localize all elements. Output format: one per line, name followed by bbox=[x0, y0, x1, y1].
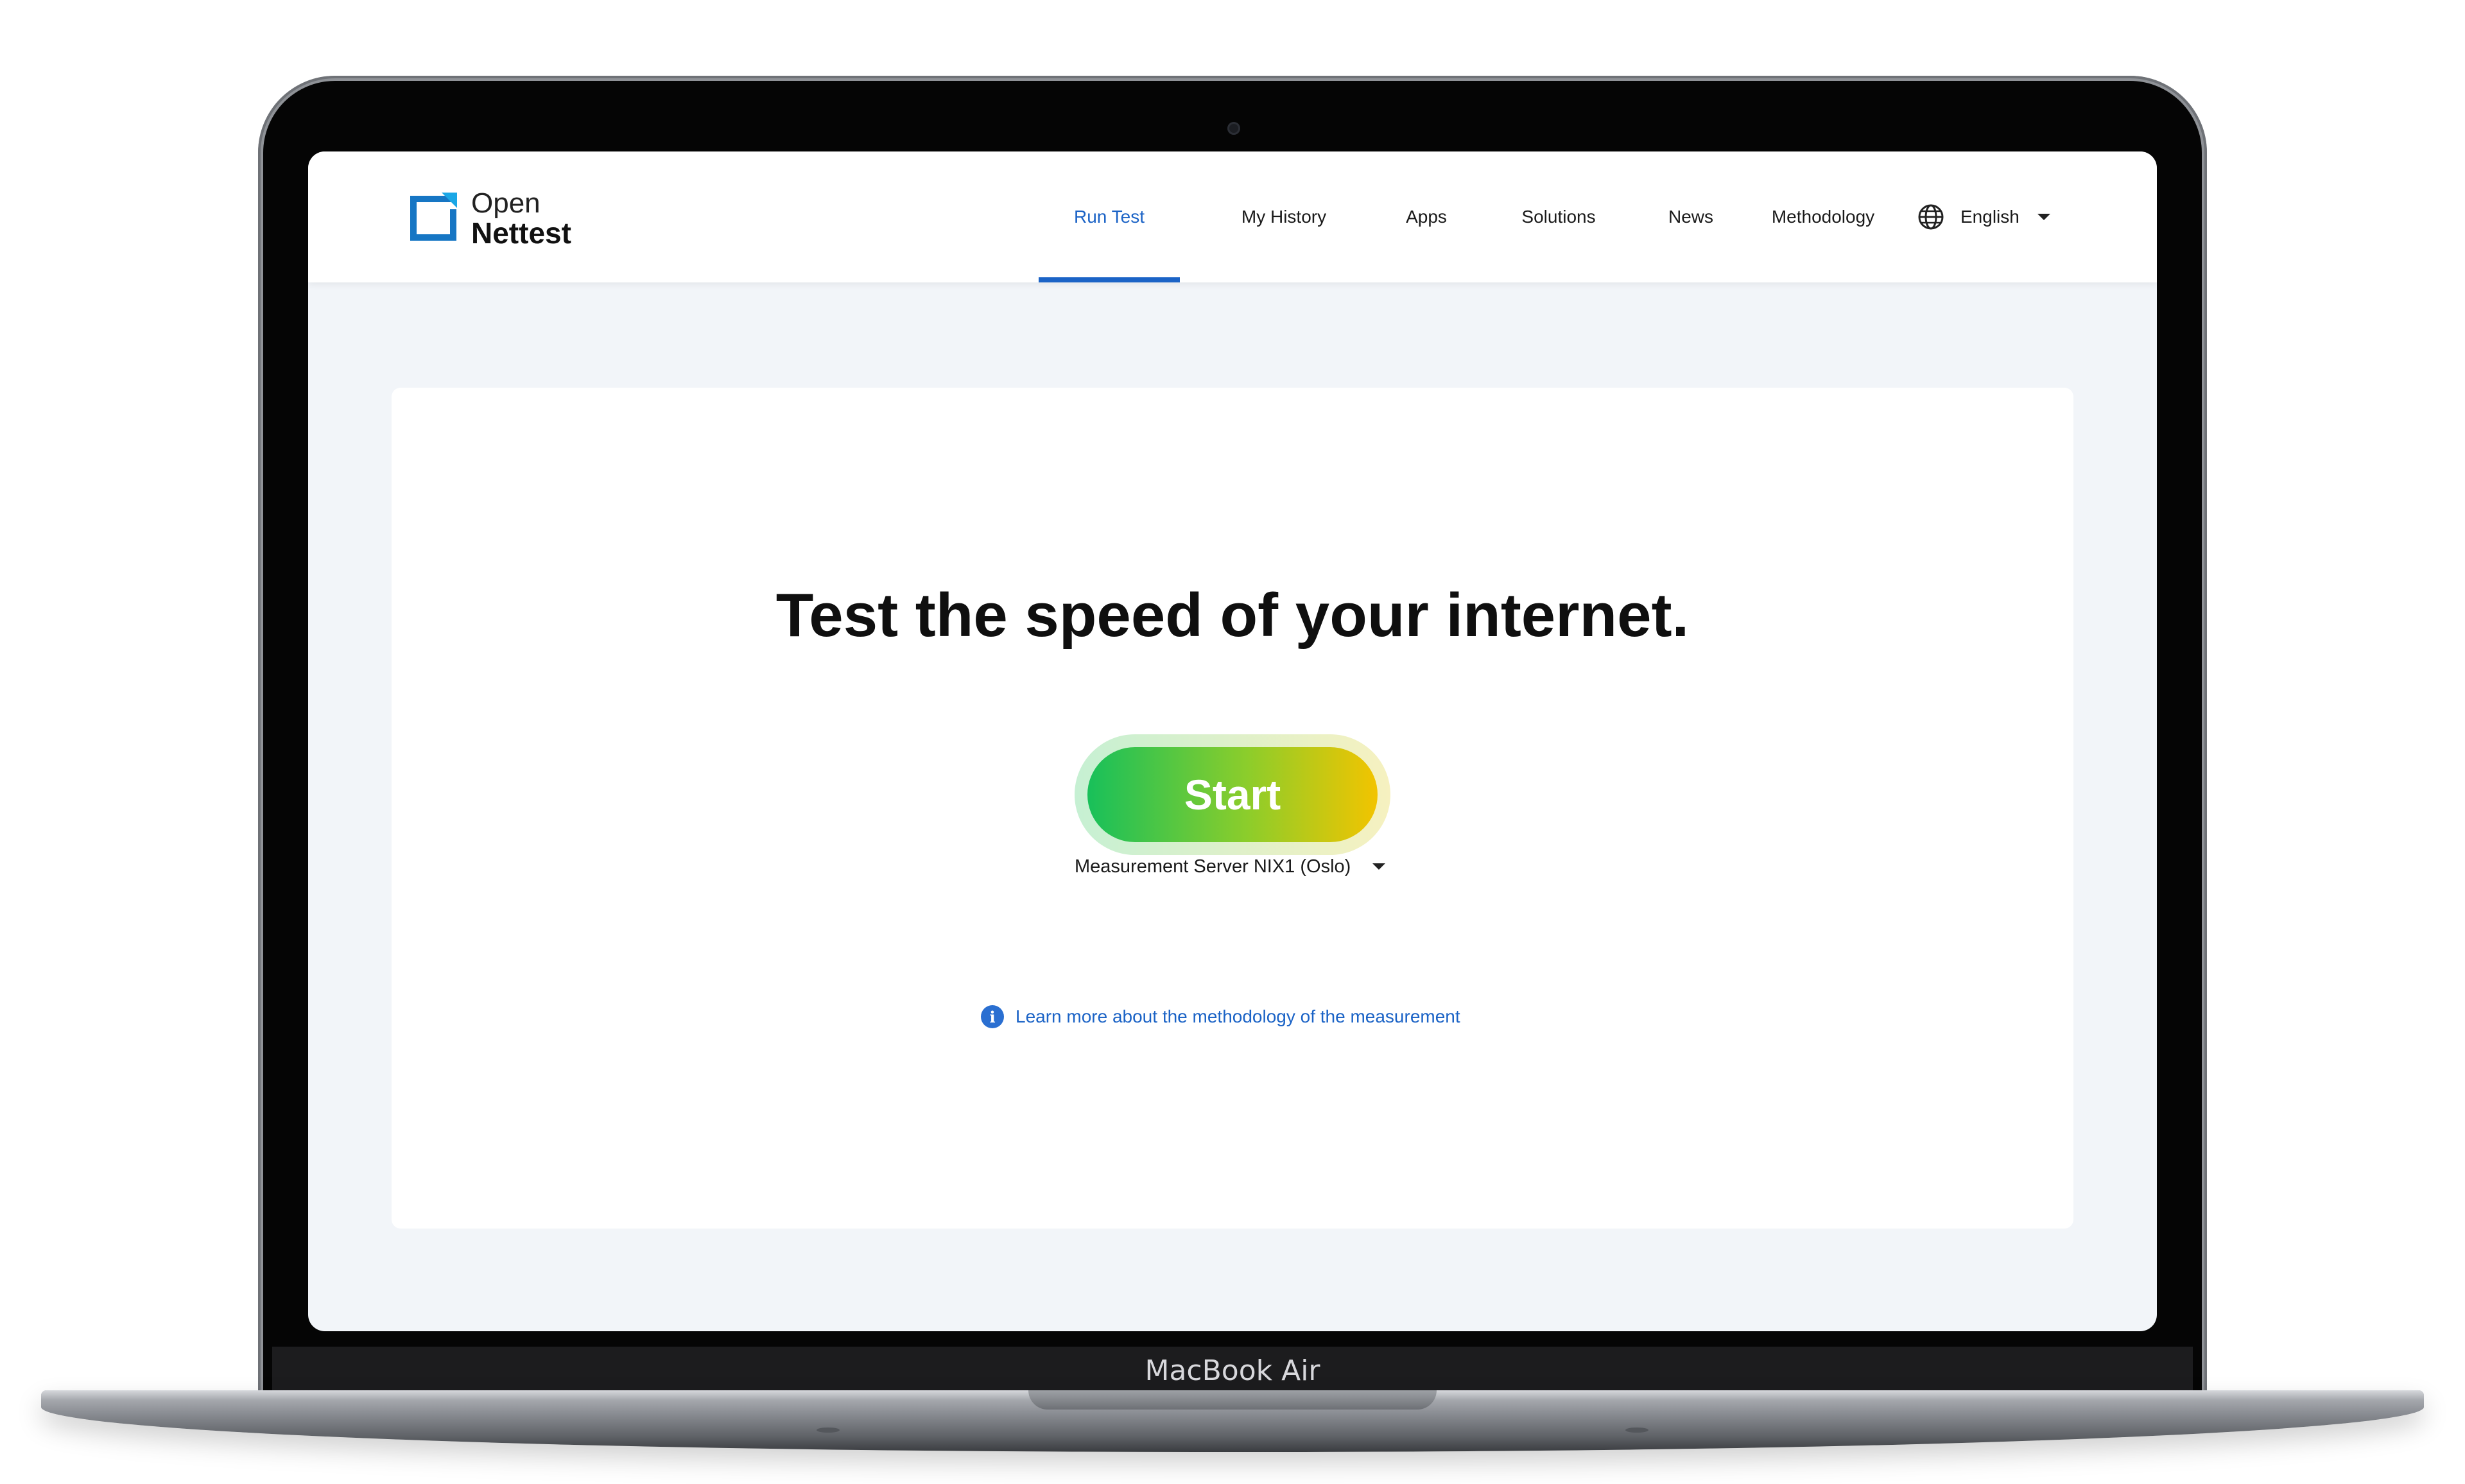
laptop-foot bbox=[1625, 1428, 1648, 1433]
server-label: Measurement Server NIX1 (Oslo) bbox=[1075, 856, 1351, 877]
device-label: MacBook Air bbox=[1145, 1354, 1320, 1387]
language-label: English bbox=[1960, 207, 2020, 227]
methodology-link-text: Learn more about the methodology of the … bbox=[1016, 1006, 1460, 1026]
active-tab-indicator bbox=[1039, 277, 1180, 282]
laptop-foot bbox=[817, 1428, 840, 1433]
page-headline: Test the speed of your internet. bbox=[775, 581, 1690, 650]
language-selector[interactable]: English bbox=[1917, 151, 2050, 282]
nav-news[interactable]: News bbox=[1638, 151, 1743, 282]
nav-run-test[interactable]: Run Test bbox=[1039, 151, 1180, 282]
measurement-server-select[interactable]: Measurement Server NIX1 (Oslo) bbox=[1075, 854, 1386, 879]
speed-test-card: Test the speed of your internet. Start M… bbox=[392, 388, 2073, 1229]
logo-icon bbox=[410, 193, 457, 241]
nav-apps[interactable]: Apps bbox=[1379, 151, 1474, 282]
chevron-down-icon bbox=[2037, 214, 2050, 220]
info-icon: i bbox=[981, 1005, 1004, 1028]
browser-viewport: Open Nettest Run Test My History Apps So… bbox=[308, 151, 2157, 1331]
chevron-down-icon bbox=[1372, 863, 1386, 870]
nav-solutions[interactable]: Solutions bbox=[1488, 151, 1629, 282]
camera bbox=[1227, 122, 1240, 135]
logo-text-nettest: Nettest bbox=[471, 216, 571, 250]
nav-methodology[interactable]: Methodology bbox=[1746, 151, 1900, 282]
methodology-link[interactable]: i Learn more about the methodology of th… bbox=[981, 1005, 1460, 1028]
start-test-button[interactable]: Start bbox=[1087, 747, 1378, 842]
globe-icon bbox=[1918, 204, 1944, 230]
top-navbar: Open Nettest Run Test My History Apps So… bbox=[308, 151, 2157, 282]
logo-text-open: Open bbox=[471, 187, 541, 219]
nav-my-history[interactable]: My History bbox=[1207, 151, 1361, 282]
laptop-hinge-notch bbox=[1028, 1390, 1437, 1410]
